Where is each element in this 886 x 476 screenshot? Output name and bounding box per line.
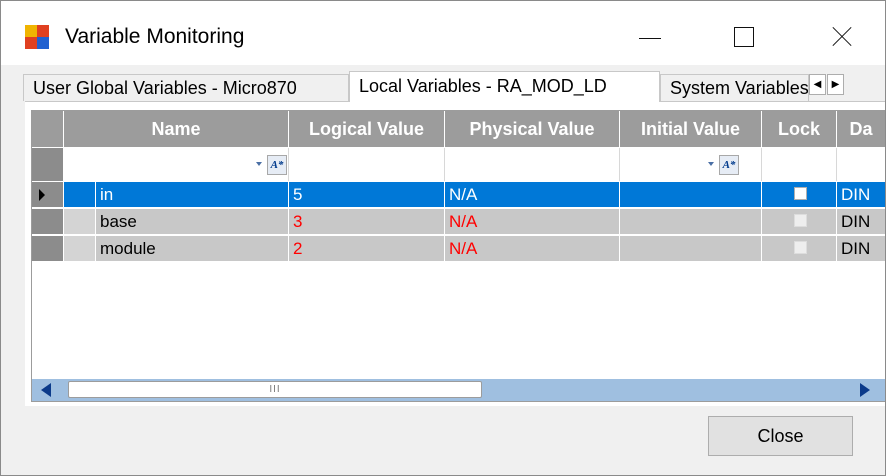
initial-value[interactable] — [620, 236, 762, 262]
lock-checkbox[interactable] — [794, 187, 807, 200]
tab-scroll-left-icon[interactable]: ◀ — [809, 74, 826, 95]
scroll-left-icon[interactable] — [41, 383, 51, 397]
filter-options-icon[interactable]: A* — [267, 155, 287, 175]
name-filter[interactable]: A* — [64, 148, 289, 181]
tab-scroll-right-icon[interactable]: ▶ — [827, 74, 844, 95]
lock-checkbox[interactable] — [794, 214, 807, 227]
column-header-initial-value[interactable]: Initial Value — [620, 111, 762, 147]
app-window-icon — [25, 25, 49, 49]
row-selector[interactable] — [32, 236, 64, 262]
maximize-button[interactable] — [697, 1, 793, 65]
variable-name[interactable]: module — [96, 236, 289, 262]
current-row-arrow-icon — [39, 189, 45, 201]
column-header-lock[interactable]: Lock — [762, 111, 837, 147]
variables-grid: Name Logical Value Physical Value Initia… — [31, 110, 885, 402]
logical-value[interactable]: 5 — [289, 182, 445, 208]
close-window-button[interactable] — [793, 1, 885, 65]
variable-name[interactable]: base — [96, 209, 289, 235]
column-header-physical-value[interactable]: Physical Value — [445, 111, 620, 147]
physical-value-filter[interactable] — [445, 148, 620, 181]
scroll-right-icon[interactable] — [860, 383, 870, 397]
row-selector[interactable] — [32, 209, 64, 235]
data-type: DIN — [837, 236, 885, 262]
row-selector[interactable] — [32, 182, 64, 208]
logical-value[interactable]: 2 — [289, 236, 445, 262]
tab-user-global-variables[interactable]: User Global Variables - Micro870 — [23, 74, 349, 101]
title-bar[interactable]: Variable Monitoring — [1, 1, 885, 65]
logical-value-filter[interactable] — [289, 148, 445, 181]
data-type: DIN — [837, 182, 885, 208]
window-title: Variable Monitoring — [65, 25, 245, 48]
column-header-logical-value[interactable]: Logical Value — [289, 111, 445, 147]
variable-tabs: User Global Variables - Micro870 Local V… — [23, 71, 885, 102]
logical-value[interactable]: 3 — [289, 209, 445, 235]
initial-value[interactable] — [620, 209, 762, 235]
initial-value[interactable] — [620, 182, 762, 208]
table-row[interactable]: base 3 N/A DIN — [32, 209, 885, 236]
table-row[interactable]: in 5 N/A DIN — [32, 182, 885, 209]
filter-options-icon[interactable]: A* — [719, 155, 739, 175]
physical-value[interactable]: N/A — [445, 182, 620, 208]
lock-cell[interactable] — [762, 236, 837, 262]
tab-content-panel: Name Logical Value Physical Value Initia… — [25, 101, 885, 406]
physical-value[interactable]: N/A — [445, 236, 620, 262]
close-button[interactable]: Close — [708, 416, 853, 456]
filter-row-header — [32, 148, 64, 181]
row-indent — [64, 209, 96, 235]
lock-checkbox[interactable] — [794, 241, 807, 254]
row-indent — [64, 236, 96, 262]
filter-dropdown-icon[interactable] — [256, 162, 262, 166]
row-header-corner — [32, 111, 64, 147]
scrollbar-thumb[interactable]: III — [68, 381, 482, 398]
lock-cell[interactable] — [762, 182, 837, 208]
data-type-filter[interactable] — [837, 148, 885, 181]
filter-dropdown-icon[interactable] — [708, 162, 714, 166]
tab-local-variables[interactable]: Local Variables - RA_MOD_LD — [349, 71, 660, 102]
lock-cell[interactable] — [762, 209, 837, 235]
column-header-name[interactable]: Name — [64, 111, 289, 147]
lock-filter[interactable] — [762, 148, 837, 181]
physical-value[interactable]: N/A — [445, 209, 620, 235]
column-header-data-type[interactable]: Da — [837, 111, 885, 147]
data-type: DIN — [837, 209, 885, 235]
variable-name[interactable]: in — [96, 182, 289, 208]
horizontal-scrollbar[interactable]: III — [32, 379, 885, 401]
initial-value-filter[interactable]: A* — [620, 148, 762, 181]
minimize-button[interactable] — [601, 1, 697, 65]
variable-monitoring-window: Variable Monitoring User Global Variable… — [0, 0, 886, 476]
table-row[interactable]: module 2 N/A DIN — [32, 236, 885, 263]
tab-system-variables[interactable]: System Variables — [660, 74, 809, 101]
row-indent — [64, 182, 96, 208]
